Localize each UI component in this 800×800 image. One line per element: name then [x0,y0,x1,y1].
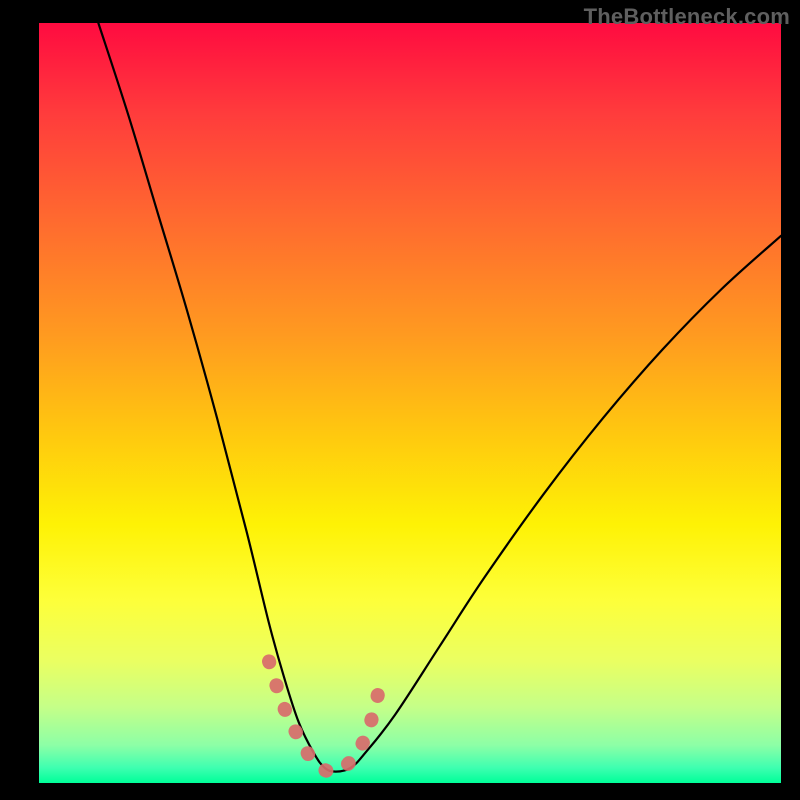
chart-frame: TheBottleneck.com [0,0,800,800]
bottleneck-curve [98,23,781,772]
chart-svg [39,23,781,783]
watermark-text: TheBottleneck.com [584,4,790,30]
plot-area [39,23,781,783]
